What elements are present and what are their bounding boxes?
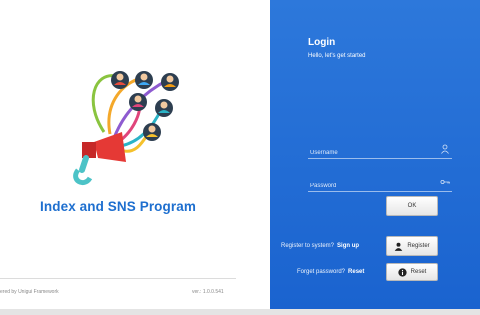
footer-divider [0,278,236,279]
user-add-icon [395,242,403,251]
forget-question: Forget password? [297,269,346,275]
register-button-label: Register [407,243,430,249]
powered-by-text: ered by Unigui Framework [0,289,59,295]
reset-button[interactable]: Reset [386,263,438,281]
key-icon [440,180,450,185]
reset-button-label: Reset [410,269,427,275]
version-text: ver.: 1.0.0.541 [192,289,224,295]
username-field [308,141,452,161]
ok-button[interactable]: OK [386,196,438,216]
register-row: Register to system? Sign up [281,243,359,249]
password-input[interactable] [308,178,436,194]
branding-panel: Index and SNS Program ered by Unigui Fra… [0,0,270,309]
signup-link[interactable]: Sign up [337,243,359,249]
login-panel: Login Hello, let's get started OK Regist… [270,0,480,309]
social-network-megaphone-logo [73,71,179,185]
username-input[interactable] [308,145,436,161]
window-bottom-edge [0,309,480,315]
login-subtitle: Hello, let's get started [308,53,366,59]
user-icon [441,144,449,154]
password-field [308,174,452,194]
forget-row: Forget password? Reset [297,269,364,275]
login-window: Index and SNS Program ered by Unigui Fra… [0,0,480,309]
login-title: Login [308,37,336,48]
register-question: Register to system? [281,243,335,249]
app-title: Index and SNS Program [40,199,196,214]
reset-link[interactable]: Reset [348,269,364,275]
register-button[interactable]: Register [386,236,438,256]
info-icon [398,267,407,277]
